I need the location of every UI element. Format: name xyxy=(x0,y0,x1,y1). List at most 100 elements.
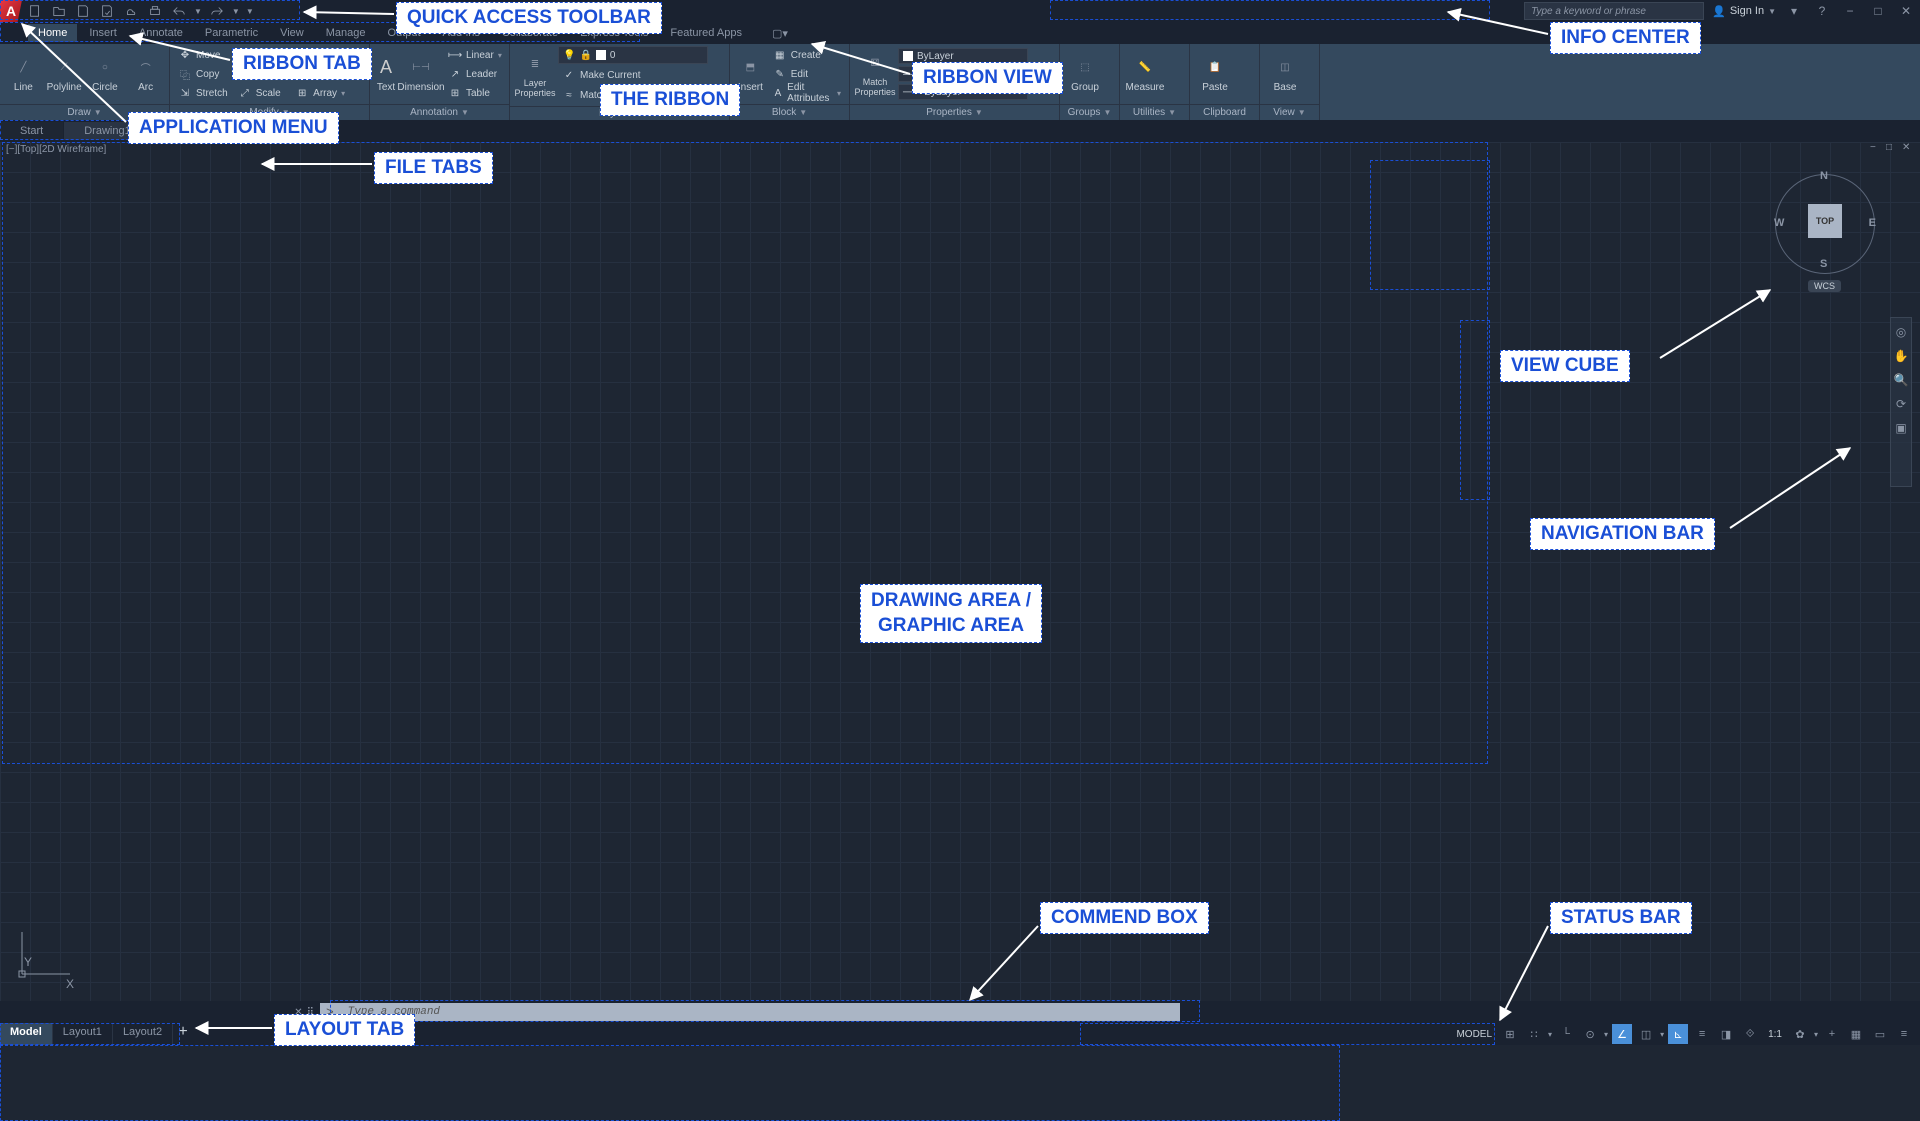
compass-s[interactable]: S xyxy=(1820,258,1827,270)
dimension-button[interactable]: ⊢⊣Dimension xyxy=(400,46,442,102)
stretch-button[interactable]: ⇲Stretch xyxy=(174,85,232,102)
application-menu-button[interactable]: A xyxy=(0,0,22,22)
rotate-button[interactable]: ↻Rotate xyxy=(234,47,289,64)
layer-combo[interactable]: 💡🔒0 xyxy=(558,46,708,64)
layout-tab-layout2[interactable]: Layout2 xyxy=(113,1023,173,1045)
file-tab-drawing1[interactable]: Drawing1 xyxy=(64,122,151,140)
paste-button[interactable]: 📋Paste xyxy=(1194,46,1236,102)
lineweight-combo[interactable]: —— ByLayer xyxy=(898,66,1028,82)
qat-redo-icon[interactable] xyxy=(208,2,226,20)
measure-button[interactable]: 📏Measure xyxy=(1124,46,1166,102)
model-space-toggle[interactable]: MODEL xyxy=(1452,1029,1496,1040)
block-create-button[interactable]: ▦Create xyxy=(769,47,845,64)
vp-restore-icon[interactable]: □ xyxy=(1886,142,1900,156)
match-properties-button[interactable]: ⚄Match Properties xyxy=(854,46,896,102)
panel-title[interactable]: Utilities▼ xyxy=(1120,104,1189,120)
trim-button[interactable]: ✂Trim▾ xyxy=(291,47,349,64)
cmd-close-icon[interactable]: ✕ xyxy=(294,1007,302,1018)
cmd-handle-icon[interactable]: ⠿ xyxy=(307,1007,314,1018)
qat-customize-icon[interactable]: ▼ xyxy=(246,7,254,16)
fillet-button[interactable]: ◠Fillet▾ xyxy=(291,66,349,83)
search-input[interactable]: Type a keyword or phrase xyxy=(1524,2,1704,20)
panel-title[interactable]: Layers▼ xyxy=(510,106,729,120)
qat-plot-icon[interactable] xyxy=(146,2,164,20)
gear-icon[interactable]: ✿ xyxy=(1790,1024,1810,1044)
chevron-down-icon[interactable]: ▼ xyxy=(194,7,202,16)
vp-minimize-icon[interactable]: − xyxy=(1870,142,1884,156)
nav-pan-icon[interactable]: ✋ xyxy=(1893,348,1909,364)
layer-properties-button[interactable]: ≣Layer Properties xyxy=(514,47,556,103)
chevron-down-icon[interactable]: ▾ xyxy=(1548,1030,1552,1039)
chevron-down-icon[interactable]: ▼ xyxy=(232,7,240,16)
panel-title[interactable]: Block▼ xyxy=(730,104,849,120)
ribbon-tab-parametric[interactable]: Parametric xyxy=(195,24,268,42)
isolate-icon[interactable]: + xyxy=(1822,1024,1842,1044)
linear-button[interactable]: ⟼Linear▾ xyxy=(444,47,506,64)
ribbon-tab-annotate[interactable]: Annotate xyxy=(129,24,193,42)
snap-icon[interactable]: ∷ xyxy=(1524,1024,1544,1044)
hardware-icon[interactable]: ▦ xyxy=(1846,1024,1866,1044)
copy-button[interactable]: ⿻Copy xyxy=(174,66,232,83)
layout-tab-model[interactable]: Model xyxy=(0,1023,53,1045)
qat-cloud-icon[interactable] xyxy=(122,2,140,20)
panel-title[interactable]: Annotation▼ xyxy=(370,104,509,120)
view-cube[interactable]: TOP N S E W WCS xyxy=(1770,162,1880,292)
insert-button[interactable]: ⬒Insert xyxy=(734,46,767,102)
qat-saveas-icon[interactable] xyxy=(98,2,116,20)
line-button[interactable]: ╱Line xyxy=(4,46,43,102)
ribbon-tab-manage[interactable]: Manage xyxy=(316,24,376,42)
layout-tab-add[interactable]: + xyxy=(173,1023,193,1045)
panel-title[interactable]: Groups▼ xyxy=(1060,104,1119,120)
text-button[interactable]: AText xyxy=(374,46,398,102)
polyline-button[interactable]: ⟋Polyline xyxy=(45,46,84,102)
annoscale-icon[interactable]: ⟐ xyxy=(1740,1024,1760,1044)
ribbon-tab-featured[interactable]: Featured Apps xyxy=(660,24,752,42)
osnap-icon[interactable]: ∠ xyxy=(1612,1024,1632,1044)
ribbon-view-toggle[interactable]: ▢▾ xyxy=(762,24,798,43)
polar-icon[interactable]: ⊙ xyxy=(1580,1024,1600,1044)
command-input[interactable]: >_ Type a command xyxy=(320,1003,1180,1021)
ribbon-tab-view[interactable]: View xyxy=(270,24,314,42)
vp-close-icon[interactable]: ✕ xyxy=(1902,142,1916,156)
arc-button[interactable]: ⌒Arc xyxy=(126,46,165,102)
panel-title[interactable]: Properties▼ xyxy=(850,104,1059,120)
3dosnap-icon[interactable]: ◫ xyxy=(1636,1024,1656,1044)
wcs-button[interactable]: WCS xyxy=(1808,280,1841,292)
base-button[interactable]: ◫Base xyxy=(1264,46,1306,102)
panel-title[interactable]: Draw▼ xyxy=(0,104,169,120)
nav-showmotion-icon[interactable]: ▣ xyxy=(1893,420,1909,436)
otrack-icon[interactable]: ⊾ xyxy=(1668,1024,1688,1044)
qat-save-icon[interactable] xyxy=(74,2,92,20)
color-combo[interactable]: ByLayer xyxy=(898,48,1028,64)
match-layer-button[interactable]: ≈Match Layer xyxy=(558,87,708,104)
ribbon-tab-collaborate[interactable]: Collaborate xyxy=(492,24,568,42)
compass-n[interactable]: N xyxy=(1820,170,1828,182)
ribbon-tab-output[interactable]: Output xyxy=(378,24,431,42)
circle-button[interactable]: ○Circle xyxy=(86,46,125,102)
scale-button[interactable]: ⤢Scale xyxy=(234,85,289,102)
compass-e[interactable]: E xyxy=(1869,217,1876,229)
lineweight-icon[interactable]: ≡ xyxy=(1692,1024,1712,1044)
compass-w[interactable]: W xyxy=(1774,217,1784,229)
group-button[interactable]: ⬚Group xyxy=(1064,46,1106,102)
panel-title[interactable]: Modify▼ xyxy=(170,104,369,120)
nav-wheel-icon[interactable]: ◎ xyxy=(1893,324,1909,340)
scale-label[interactable]: 1:1 xyxy=(1764,1029,1786,1040)
ribbon-tab-express[interactable]: Express Tools xyxy=(570,24,658,42)
linetype-combo[interactable]: ─── ByLayer xyxy=(898,84,1028,100)
transparency-icon[interactable]: ◨ xyxy=(1716,1024,1736,1044)
ribbon-tab-insert[interactable]: Insert xyxy=(79,24,127,42)
ribbon-tab-addins[interactable]: Add-ins xyxy=(433,24,490,42)
nav-orbit-icon[interactable]: ⟳ xyxy=(1893,396,1909,412)
mirror-button[interactable]: ◁▷Mirror xyxy=(234,66,289,83)
minimize-icon[interactable]: − xyxy=(1840,2,1860,20)
qat-undo-icon[interactable] xyxy=(170,2,188,20)
panel-title[interactable]: View▼ xyxy=(1260,104,1319,120)
viewcube-top-face[interactable]: TOP xyxy=(1808,204,1842,238)
ribbon-tab-home[interactable]: Home xyxy=(28,24,77,42)
maximize-icon[interactable]: □ xyxy=(1868,2,1888,20)
autodesk-app-icon[interactable]: ▾ xyxy=(1784,2,1804,20)
help-icon[interactable]: ? xyxy=(1812,2,1832,20)
move-button[interactable]: ✥Move xyxy=(174,47,232,64)
edit-attr-button[interactable]: AEdit Attributes▾ xyxy=(769,85,845,102)
